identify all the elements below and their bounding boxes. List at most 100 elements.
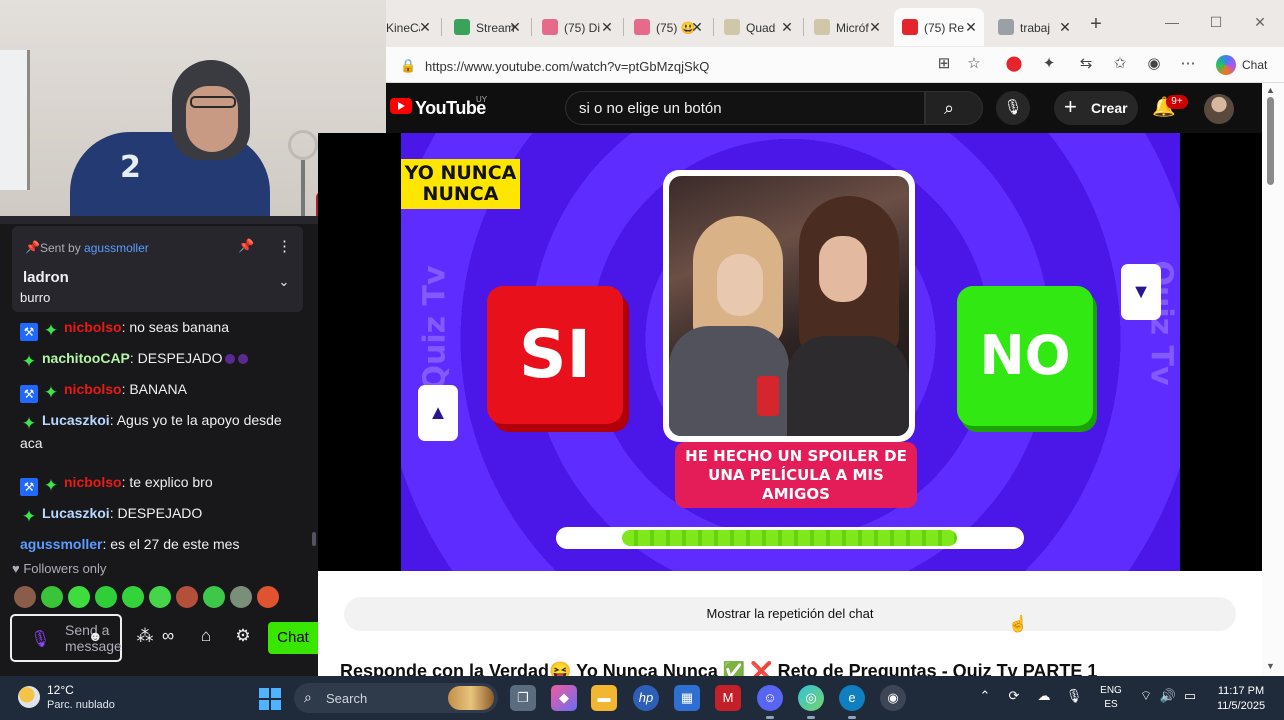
subscriber-badge-icon[interactable]: ✦ (42, 322, 60, 340)
close-tab-icon[interactable]: ✕ (418, 19, 432, 36)
close-tab-icon[interactable]: ✕ (600, 19, 614, 36)
adblock-icon[interactable]: ⬤ (1003, 54, 1025, 76)
favorite-star-icon[interactable]: ☆ (963, 54, 985, 76)
store-icon[interactable]: ⌂ (194, 626, 218, 648)
extensions-icon[interactable]: ✦ (1038, 54, 1060, 76)
profile-icon[interactable]: ◉ (1143, 54, 1165, 76)
chat-username[interactable]: agussmoller (20, 536, 102, 552)
close-tab-icon[interactable]: ✕ (964, 19, 978, 36)
emote-icon[interactable] (149, 586, 171, 608)
emoji-icon[interactable]: ☻ (88, 628, 103, 644)
sync-icon[interactable]: ⟳ (1004, 688, 1024, 704)
youtube-search-query[interactable]: si o no elige un botón (579, 100, 722, 117)
subscriber-badge-icon[interactable]: ✦ (20, 353, 38, 371)
close-window-button[interactable]: ✕ (1250, 14, 1270, 34)
scroll-down-icon[interactable]: ▼ (1266, 661, 1275, 671)
mcafee-icon[interactable]: M (715, 685, 741, 711)
youtube-search-button[interactable]: ⌕ (925, 91, 983, 125)
microphone-tray-icon[interactable]: 🎙 (1064, 688, 1084, 704)
close-tab-icon[interactable]: ✕ (780, 19, 794, 36)
chrome-canary-icon[interactable]: ◎ (798, 685, 824, 719)
app-available-icon[interactable]: ⊞ (933, 54, 955, 76)
show-hidden-icons-chevron[interactable]: ⌃ (975, 688, 995, 704)
page-scrollbar[interactable]: ▲ ▼ (1262, 83, 1284, 676)
close-tab-icon[interactable]: ✕ (690, 19, 704, 36)
close-tab-icon[interactable]: ✕ (508, 19, 522, 36)
emote-icon[interactable] (122, 586, 144, 608)
new-tab-button[interactable]: + (1086, 14, 1106, 34)
chat-send-button[interactable]: Chat (268, 622, 318, 654)
chat-username[interactable]: Lucaszkoi (42, 505, 110, 521)
windows-start-icon[interactable] (259, 688, 281, 710)
edge-browser-icon[interactable]: e (839, 685, 865, 719)
account-avatar[interactable] (1204, 94, 1234, 124)
create-button[interactable]: + Crear (1054, 91, 1138, 125)
video-frame[interactable]: YO NUNCA NUNCA Quiz Tv Quiz Tv ▲ ▼ SI NO… (401, 133, 1180, 571)
emote-icon[interactable] (257, 586, 279, 608)
hp-app-icon[interactable]: hp (633, 685, 659, 711)
subscriber-badge-icon[interactable]: ✦ (20, 508, 38, 526)
moderator-badge-icon[interactable]: ⚒ (20, 478, 38, 496)
chat-input[interactable]: 🎙 Send a message ☻ (10, 614, 122, 662)
browser-tab[interactable]: trabaj ✕ (990, 8, 1078, 46)
microphone-icon[interactable]: 🎙 (30, 629, 50, 648)
address-bar[interactable]: 🔒 https://www.youtube.com/watch?v=ptGbMz… (390, 51, 970, 79)
show-chat-replay-button[interactable]: Mostrar la repetición del chat (344, 597, 1236, 631)
moderator-badge-icon[interactable]: ⚒ (20, 323, 38, 341)
settings-gear-icon[interactable]: ⚙ (231, 626, 255, 648)
microsoft-store-icon[interactable]: ▦ (674, 685, 700, 711)
emote-icon[interactable] (203, 586, 225, 608)
chat-username[interactable]: nicbolso (64, 474, 122, 490)
subscriber-badge-icon[interactable]: ✦ (42, 384, 60, 402)
lock-icon[interactable]: 🔒 (400, 58, 416, 74)
emote-icon[interactable] (68, 586, 90, 608)
favorites-icon[interactable]: ✩ (1109, 54, 1131, 76)
split-screen-icon[interactable]: ⇆ (1075, 54, 1097, 76)
close-tab-icon[interactable]: ✕ (868, 19, 882, 36)
close-tab-icon[interactable]: ✕ (1058, 19, 1072, 36)
chat-username[interactable]: nicbolso (64, 319, 122, 335)
browser-tab[interactable]: (75) Re ✕ (894, 8, 984, 46)
minimize-button[interactable]: — (1162, 14, 1182, 34)
chat-username[interactable]: nicbolso (64, 381, 122, 397)
subscriber-badge-icon[interactable]: ✦ (42, 477, 60, 495)
unpin-icon[interactable]: 📌 (238, 238, 254, 256)
chat-scrollbar[interactable] (312, 532, 316, 546)
copilot-chat-button[interactable]: Chat (1214, 53, 1276, 77)
moderator-badge-icon[interactable]: ⚒ (20, 385, 38, 403)
pinned-sent-by-user[interactable]: agussmoller (84, 241, 149, 255)
wifi-icon[interactable]: ⌔ (1136, 688, 1156, 704)
more-menu-icon[interactable]: ⋯ (1177, 54, 1199, 76)
copilot-app-icon[interactable]: ◆ (551, 685, 577, 711)
chat-username[interactable]: nachitooCAP (42, 350, 130, 366)
onedrive-cloud-icon[interactable]: ☁ (1034, 688, 1054, 704)
page-scrollbar-thumb[interactable] (1267, 97, 1274, 185)
emote-icon[interactable] (176, 586, 198, 608)
chat-username[interactable]: Lucaszkoi (42, 412, 110, 428)
emote-icon[interactable] (41, 586, 63, 608)
volume-icon[interactable]: 🔊 (1158, 688, 1178, 704)
chevron-down-icon[interactable]: ⌄ (276, 274, 292, 290)
browser-tab[interactable]: Stream ✕ (446, 8, 528, 46)
video-player[interactable]: YO NUNCA NUNCA Quiz Tv Quiz Tv ▲ ▼ SI NO… (318, 133, 1262, 571)
pinned-message[interactable]: 📌 Sent by agussmoller ladron 📌 ⋮ ⌄ (12, 226, 303, 312)
system-clock[interactable]: 11:17 PM 11/5/2025 (1210, 684, 1272, 714)
emote-icon[interactable] (14, 586, 36, 608)
browser-tab[interactable]: KineCa✕ (386, 8, 438, 46)
browser-tab[interactable]: Micróf ✕ (806, 8, 888, 46)
address-url[interactable]: https://www.youtube.com/watch?v=ptGbMzqj… (425, 59, 709, 74)
file-explorer-icon[interactable]: ▬ (591, 685, 617, 711)
weather-widget[interactable]: 12°C Parc. nublado (0, 676, 130, 720)
subscriber-badge-icon[interactable]: ✦ (20, 415, 38, 433)
infinity-icon[interactable]: ∞ (156, 626, 180, 648)
scroll-up-icon[interactable]: ▲ (1266, 85, 1275, 95)
browser-tab[interactable]: (75) 😃 ✕ (626, 8, 710, 46)
taskbar-search[interactable]: ⌕ Search (294, 683, 498, 713)
emote-icon[interactable] (95, 586, 117, 608)
browser-tab[interactable]: (75) Di ✕ (534, 8, 620, 46)
youtube-logo-icon[interactable] (390, 98, 412, 114)
obs-studio-icon[interactable]: ◉ (880, 685, 906, 711)
battery-icon[interactable]: ▭ (1180, 688, 1200, 704)
bits-icon[interactable]: ⁂ (133, 626, 157, 648)
more-options-icon[interactable]: ⋮ (277, 238, 292, 256)
